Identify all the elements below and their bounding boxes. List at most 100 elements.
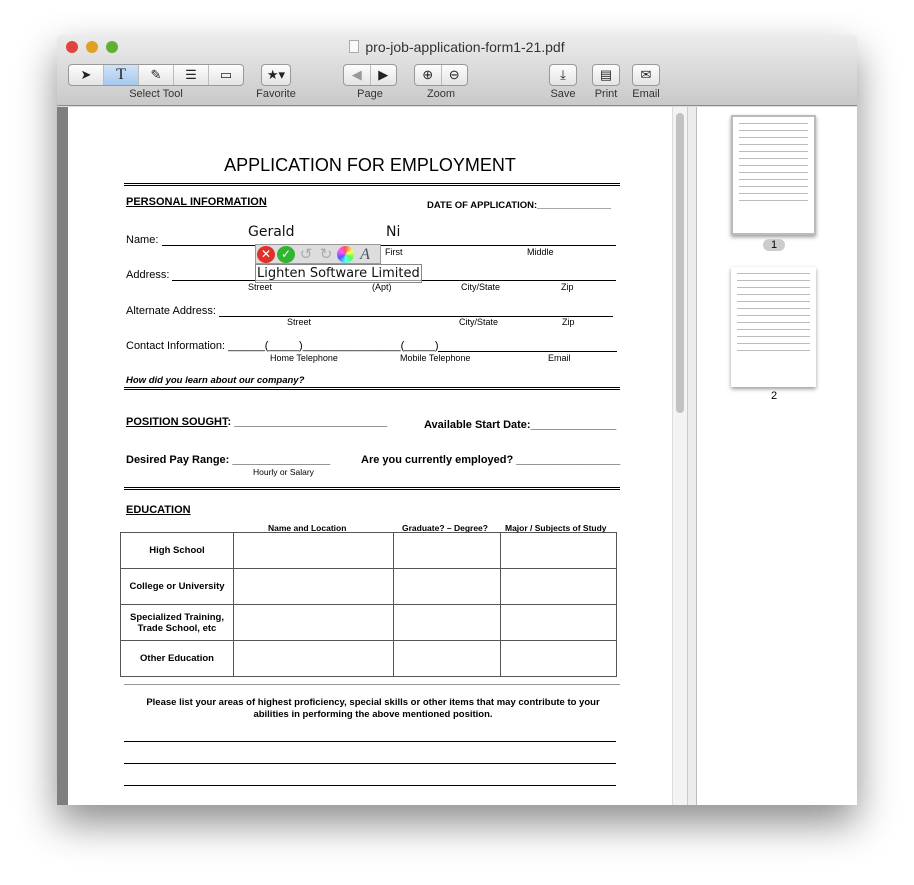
page-nav-group: ◀ ▶ (343, 64, 397, 86)
pdf-page: APPLICATION FOR EMPLOYMENT PERSONAL INFO… (68, 107, 672, 805)
printer-icon: ▤ (599, 67, 613, 82)
cell[interactable] (500, 640, 617, 677)
image-tool-icon[interactable]: ▭ (209, 65, 243, 85)
save-label: Save (550, 88, 576, 100)
table-row: Specialized Training, Trade School, etc (120, 604, 617, 641)
confirm-icon[interactable]: ✓ (277, 246, 295, 263)
alt-address-label: Alternate Address: (126, 305, 216, 317)
apt-label: (Apt) (372, 282, 392, 292)
zoom-out-icon[interactable]: ⊖ (442, 65, 468, 85)
arrow-tool-icon[interactable]: ➤ (69, 65, 104, 85)
cell[interactable] (393, 640, 501, 677)
position-line: : _________________________ (227, 416, 388, 428)
print-label: Print (594, 88, 618, 100)
save-button[interactable]: ⤓ (549, 64, 577, 86)
first-name-annotation[interactable]: Gerald (248, 224, 295, 240)
document-view: APPLICATION FOR EMPLOYMENT PERSONAL INFO… (57, 107, 697, 805)
row-label: High School (120, 532, 234, 569)
cell[interactable] (233, 640, 394, 677)
thumbnail-sidebar: 1 2 (697, 107, 857, 805)
zoom-in-icon[interactable]: ⊕ (415, 65, 442, 85)
pdf-file-icon (349, 40, 360, 53)
print-button[interactable]: ▤ (592, 64, 620, 86)
thumbnail-label-2: 2 (770, 390, 778, 402)
thumbnail-label-1: 1 (763, 239, 785, 251)
alt-zip-label: Zip (562, 317, 575, 327)
text-tool-icon[interactable]: T (104, 65, 139, 85)
text-box-annotation[interactable]: Lighten Software Limited (255, 264, 422, 283)
page-thumbnail-1[interactable] (731, 115, 816, 235)
street-label: Street (248, 282, 273, 292)
cell[interactable] (393, 604, 501, 641)
first-label: First (385, 247, 403, 257)
cell[interactable] (500, 568, 617, 605)
address-label: Address: (126, 269, 170, 281)
toolbar: pro-job-application-form1-21.pdf ➤ T ✎ ☰… (57, 35, 857, 106)
education-heading: EDUCATION (126, 504, 191, 516)
alt-city-state-label: City/State (459, 317, 499, 327)
window-title: pro-job-application-form1-21.pdf (57, 37, 857, 57)
city-state-label: City/State (461, 282, 501, 292)
preview-window: pro-job-application-form1-21.pdf ➤ T ✎ ☰… (57, 35, 857, 805)
cell[interactable] (500, 604, 617, 641)
pay-range-label: Desired Pay Range: ________________ (126, 454, 331, 466)
edit-tool-icon[interactable]: ✎ (139, 65, 174, 85)
sidebar-splitter[interactable] (687, 107, 697, 805)
next-page-icon[interactable]: ▶ (371, 65, 397, 85)
zoom-group: ⊕ ⊖ (414, 64, 468, 86)
checklist-tool-icon[interactable]: ☰ (174, 65, 209, 85)
start-date-label: Available Start Date:______________ (424, 419, 617, 431)
position-sought-text: POSITION SOUGHT (126, 416, 228, 428)
title-text: pro-job-application-form1-21.pdf (365, 39, 565, 55)
email-label: Email (632, 88, 660, 100)
name-label: Name: (126, 234, 159, 246)
zip-label: Zip (561, 282, 574, 292)
cell[interactable] (233, 532, 394, 569)
hourly-salary-label: Hourly or Salary (253, 467, 314, 477)
font-icon[interactable]: A (356, 246, 374, 263)
select-tool-label: Select Tool (129, 88, 183, 100)
save-icon: ⤓ (560, 67, 566, 82)
personal-info-heading: PERSONAL INFORMATION (126, 196, 267, 208)
email-button[interactable]: ✉ (632, 64, 660, 86)
row-label: Other Education (120, 640, 234, 677)
document-scrollbar[interactable] (672, 107, 687, 805)
employed-label: Are you currently employed? ____________… (361, 454, 621, 466)
row-label: Specialized Training, Trade School, etc (120, 604, 234, 641)
scroll-thumb[interactable] (676, 113, 684, 413)
mobile-tel-label: Mobile Telephone (400, 353, 471, 363)
cell[interactable] (233, 568, 394, 605)
select-tool-group: ➤ T ✎ ☰ ▭ (68, 64, 244, 86)
contact-label: Contact Information: ______(_____)______… (126, 340, 439, 352)
color-picker-icon[interactable] (337, 246, 354, 263)
email-field-label: Email (548, 353, 571, 363)
cell[interactable] (393, 532, 501, 569)
position-sought-label: POSITION SOUGHT: _______________________… (126, 416, 387, 428)
redo-icon[interactable]: ↻ (317, 246, 335, 263)
middle-label: Middle (527, 247, 554, 257)
undo-icon[interactable]: ↺ (297, 246, 315, 263)
prev-page-icon[interactable]: ◀ (344, 65, 371, 85)
page-thumbnail-2[interactable] (731, 267, 816, 387)
table-row: High School (120, 532, 617, 569)
home-tel-label: Home Telephone (270, 353, 338, 363)
last-name-annotation[interactable]: Ni (386, 224, 400, 240)
proficiency-text: Please list your areas of highest profic… (146, 697, 600, 720)
alt-street-label: Street (287, 317, 312, 327)
favorite-label: Favorite (256, 88, 296, 100)
favorite-button[interactable]: ★▾ (261, 64, 291, 86)
row-label: College or University (120, 568, 234, 605)
cell[interactable] (500, 532, 617, 569)
cancel-icon[interactable]: ✕ (257, 246, 275, 263)
annotation-toolbar: ✕ ✓ ↺ ↻ A (255, 244, 381, 264)
envelope-icon: ✉ (640, 67, 652, 82)
how-learn-label: How did you learn about our company? (126, 375, 305, 386)
star-icon: ★▾ (266, 67, 286, 82)
table-row: Other Education (120, 640, 617, 677)
form-title: APPLICATION FOR EMPLOYMENT (224, 155, 516, 175)
education-table: High School College or University Specia… (120, 532, 617, 677)
cell[interactable] (393, 568, 501, 605)
zoom-label: Zoom (426, 88, 456, 100)
date-of-application: DATE OF APPLICATION:______________ (427, 200, 612, 211)
cell[interactable] (233, 604, 394, 641)
